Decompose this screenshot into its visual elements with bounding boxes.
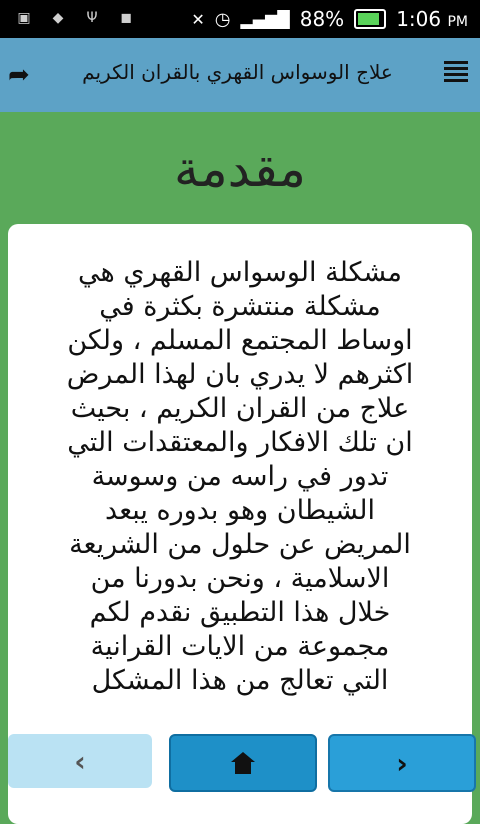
clock: 1:06 PM: [396, 7, 468, 31]
home-button[interactable]: [169, 734, 317, 792]
next-button[interactable]: ›: [328, 734, 476, 792]
usb-icon: Ψ: [86, 10, 98, 26]
notification-icons: ▣ ◆ Ψ ◼: [14, 8, 136, 28]
menu-icon[interactable]: [444, 58, 468, 82]
home-icon: [231, 752, 255, 774]
previous-button[interactable]: ‹: [8, 734, 152, 788]
app-title: علاج الوسواس القهري بالقران الكريم: [82, 60, 393, 84]
clock-ampm: PM: [447, 14, 468, 30]
page-heading: مقدمة: [174, 140, 306, 198]
signal-icon: ▂▄▆█: [240, 9, 290, 29]
android-icon: ◼: [120, 10, 132, 26]
gallery-icon: ▣: [17, 10, 31, 26]
shield-icon: ◆: [52, 10, 64, 26]
alarm-icon: ◷: [214, 8, 231, 30]
chevron-left-icon: ‹: [74, 744, 86, 778]
mute-icon: ✕: [191, 9, 205, 29]
system-icons: ✕ ◷ ▂▄▆█ 88% 1:06 PM: [191, 7, 468, 31]
app-bar: ➦ علاج الوسواس القهري بالقران الكريم: [0, 38, 480, 112]
clock-time: 1:06: [396, 7, 442, 31]
chevron-right-icon: ›: [396, 746, 408, 780]
battery-icon: [354, 9, 387, 29]
share-icon[interactable]: ➦: [8, 60, 30, 90]
status-bar: ▣ ◆ Ψ ◼ ✕ ◷ ▂▄▆█ 88% 1:06 PM: [0, 0, 480, 38]
article-text[interactable]: مشكلة الوسواس القهري هي مشكلة منتشرة بكث…: [45, 256, 435, 800]
battery-percent: 88%: [299, 7, 345, 31]
